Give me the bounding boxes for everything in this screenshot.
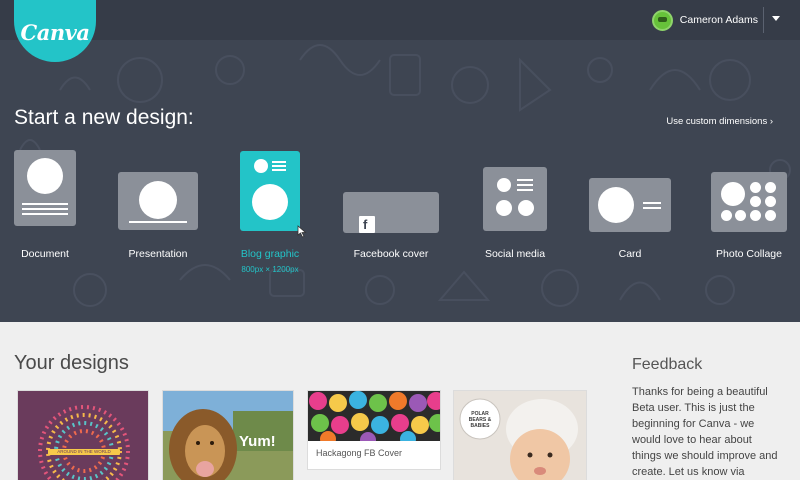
design-thumbnail: AROUND IN THE WORLD xyxy=(18,391,148,480)
start-design-title: Start a new design: xyxy=(14,106,194,129)
design-card[interactable]: POLAR BEARS & BABIES xyxy=(453,390,587,480)
header-divider xyxy=(763,7,764,33)
logo-text: Canva xyxy=(20,19,90,45)
design-title: Hackagong FB Cover xyxy=(316,448,403,458)
design-card[interactable]: Yum! xyxy=(162,390,294,480)
your-designs-title: Your designs xyxy=(14,352,129,374)
design-card[interactable]: AROUND IN THE WORLD xyxy=(17,390,149,480)
document-icon xyxy=(14,150,76,226)
user-name[interactable]: Cameron Adams xyxy=(680,14,758,26)
mouse-cursor-icon xyxy=(297,225,307,238)
start-design-panel: Canva Cameron Adams Start a new design: … xyxy=(0,0,800,322)
design-type-label: Photo Collage xyxy=(716,248,782,260)
photo-collage-icon xyxy=(711,172,787,232)
colorful-circles-thumbnail xyxy=(308,391,440,441)
design-type-label: Facebook cover xyxy=(353,248,429,260)
poster-text: AROUND IN THE WORLD xyxy=(57,449,111,454)
facebook-cover-icon: f xyxy=(343,192,439,233)
background-doodles xyxy=(19,44,791,307)
social-media-icon xyxy=(483,167,547,231)
feedback-title: Feedback xyxy=(632,356,703,373)
custom-dimensions-link[interactable]: Use custom dimensions › xyxy=(666,116,773,127)
user-menu[interactable]: Cameron Adams xyxy=(651,8,758,32)
feedback-text: Thanks for being a beautiful Beta user. … xyxy=(632,386,778,478)
caret-down-icon[interactable] xyxy=(772,16,780,21)
dotted-globe-graphic xyxy=(38,405,130,480)
blog-graphic-icon xyxy=(240,151,300,231)
baby-photo xyxy=(454,391,586,480)
design-overlay-text: Yum! xyxy=(239,433,276,450)
presentation-icon xyxy=(118,172,198,230)
card-icon xyxy=(589,178,671,232)
design-type-label: Blog graphic xyxy=(240,248,300,260)
badge-text: POLAR BEARS & BABIES xyxy=(468,411,492,429)
design-card[interactable]: Hackagong FB Cover xyxy=(307,390,441,470)
design-type-dimensions: 800px × 1200px xyxy=(241,265,299,274)
avatar-icon[interactable] xyxy=(651,9,673,31)
